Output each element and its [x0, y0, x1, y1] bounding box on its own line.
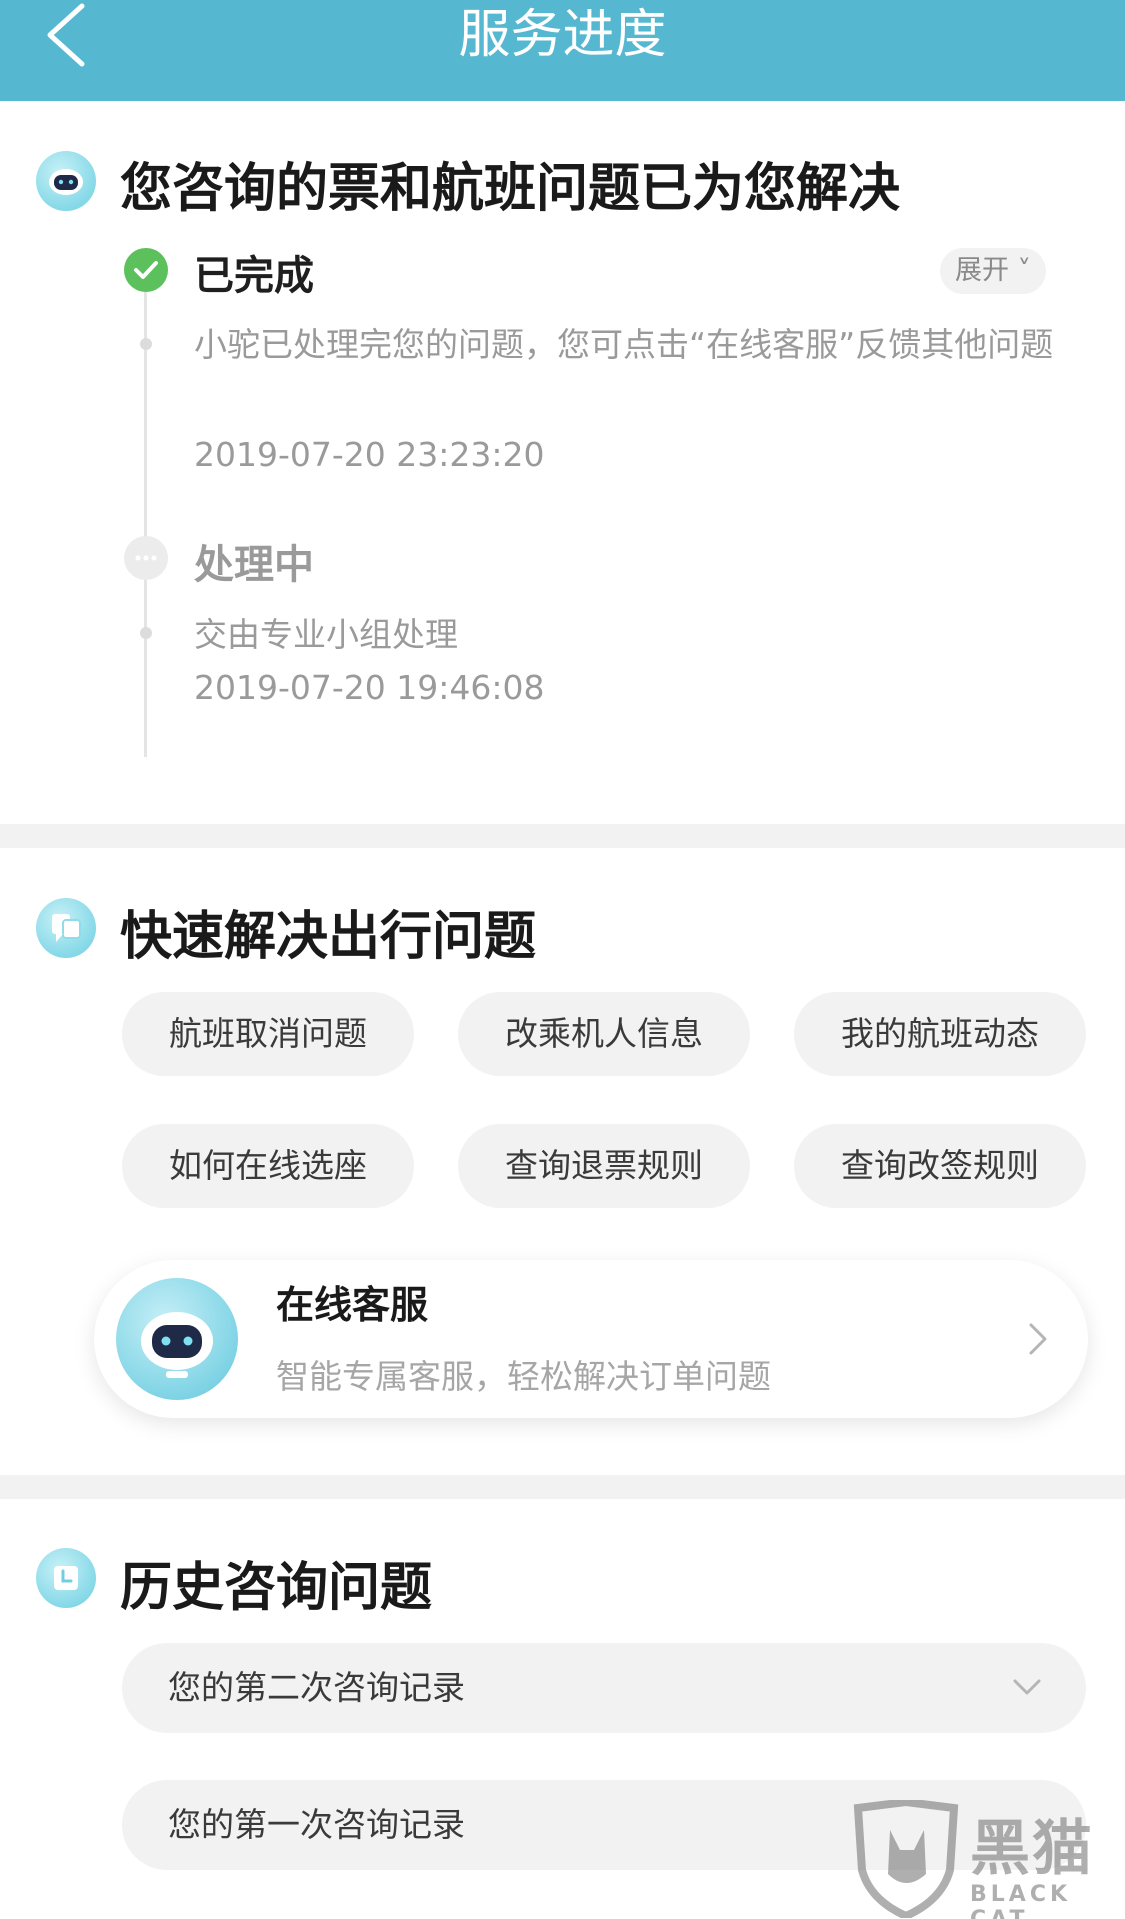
step-detail-completed: 小驼已处理完您的问题，您可点击“在线客服”反馈其他问题 — [194, 325, 1054, 364]
service-robot-avatar — [116, 1278, 238, 1400]
chip-change-passenger[interactable]: 改乘机人信息 — [458, 992, 750, 1076]
timeline-dot — [140, 627, 152, 639]
chevron-right-icon — [1029, 1323, 1047, 1355]
service-subtitle: 智能专属客服，轻松解决订单问题 — [276, 1357, 771, 1396]
section-divider — [0, 1475, 1125, 1499]
step-title-processing: 处理中 — [194, 542, 314, 588]
chat-bubble-icon — [36, 898, 96, 958]
timeline-line — [144, 290, 147, 757]
timeline-dot — [140, 338, 152, 350]
step-title-completed: 已完成 — [194, 253, 314, 299]
chevron-down-icon — [1013, 1679, 1041, 1695]
history-item[interactable]: 您的第二次咨询记录 — [122, 1643, 1086, 1733]
history-heading: 历史咨询问题 — [120, 1558, 433, 1618]
progress-heading: 您咨询的票和航班问题已为您解决 — [120, 159, 901, 219]
pending-dots-icon — [124, 536, 168, 580]
step-detail-processing: 交由专业小组处理 — [194, 615, 458, 654]
history-item-label: 您的第一次咨询记录 — [168, 1805, 465, 1844]
watermark-subtext: BLACK CAT — [970, 1882, 1072, 1919]
page-title: 服务进度 — [458, 5, 667, 65]
quick-heading: 快速解决出行问题 — [120, 907, 537, 967]
black-cat-watermark: 黑猫 BLACK CAT — [852, 1797, 1122, 1919]
expand-button[interactable]: 展开 ˅ — [940, 248, 1046, 294]
chip-refund-rules[interactable]: 查询退票规则 — [458, 1124, 750, 1208]
robot-icon — [36, 151, 96, 211]
step-time-completed: 2019-07-20 23:23:20 — [194, 435, 545, 474]
chip-flight-cancel[interactable]: 航班取消问题 — [122, 992, 414, 1076]
clock-icon — [36, 1548, 96, 1608]
watermark-text: 黑猫 — [970, 1814, 1094, 1884]
top-bar: 服务进度 — [0, 0, 1125, 101]
chip-flight-status[interactable]: 我的航班动态 — [794, 992, 1086, 1076]
online-service-card[interactable]: 在线客服 智能专属客服，轻松解决订单问题 — [94, 1260, 1088, 1418]
chip-change-rules[interactable]: 查询改签规则 — [794, 1124, 1086, 1208]
cat-shield-icon — [853, 1797, 959, 1919]
completed-check-icon — [124, 248, 168, 292]
service-title: 在线客服 — [276, 1283, 429, 1327]
step-time-processing: 2019-07-20 19:46:08 — [194, 668, 545, 707]
chip-seat-selection[interactable]: 如何在线选座 — [122, 1124, 414, 1208]
section-divider — [0, 824, 1125, 848]
history-item-label: 您的第二次咨询记录 — [168, 1668, 465, 1707]
